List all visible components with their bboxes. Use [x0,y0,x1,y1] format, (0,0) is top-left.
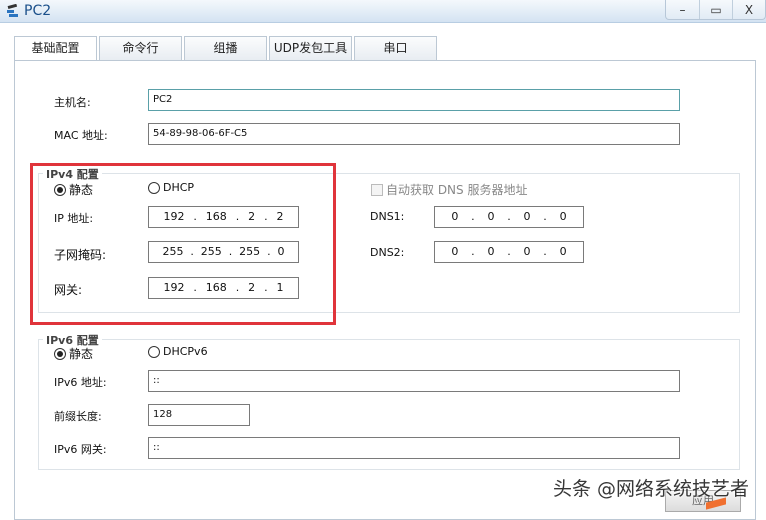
radio-selected-icon [54,347,66,360]
tab-command-line[interactable]: 命令行 [99,36,182,60]
octet: 0 [487,245,495,258]
octet: 0 [559,210,567,223]
dns2-input[interactable]: 0.0.0.0 [434,241,584,263]
highlight-box [30,163,336,325]
octet: 0 [487,210,495,223]
octet: 0 [523,245,531,258]
octet: 0 [451,210,459,223]
ipv6-gateway-input[interactable]: :: [148,437,680,459]
tab-basic-config[interactable]: 基础配置 [14,36,97,61]
radio-unselected-icon [148,345,160,358]
ipv6-address-label: IPv6 地址: [54,376,107,389]
mac-label: MAC 地址: [54,129,108,142]
hostname-label: 主机名: [54,96,91,109]
tab-serial[interactable]: 串口 [354,36,437,60]
window-controls: – ▭ X [665,0,766,20]
ipv6-address-input[interactable]: :: [148,370,680,392]
ipv6-static-label: 静态 [69,347,94,361]
window-title: PC2 [24,3,52,19]
tab-bar: 基础配置 命令行 组播 UDP发包工具 串口 [14,36,439,61]
octet: 0 [523,210,531,223]
dns2-label: DNS2: [370,246,405,259]
auto-dns-label: 自动获取 DNS 服务器地址 [386,183,528,197]
ipv6-dhcp-radio[interactable]: DHCPv6 [148,345,208,358]
hostname-input[interactable]: PC2 [148,89,680,111]
dns1-input[interactable]: 0.0.0.0 [434,206,584,228]
watermark: 头条 @网络系统技艺者 [553,478,750,500]
octet: 0 [451,245,459,258]
ipv6-gateway-label: IPv6 网关: [54,443,107,456]
prefix-length-input[interactable]: 128 [148,404,250,426]
close-button[interactable]: X [732,0,765,19]
pc-app-icon [7,4,18,17]
minimize-button[interactable]: – [666,0,699,19]
checkbox-icon [371,183,383,196]
maximize-button[interactable]: ▭ [699,0,732,19]
title-bar: PC2 – ▭ X [0,0,766,23]
mac-input[interactable]: 54-89-98-06-6F-C5 [148,123,680,145]
ipv6-static-radio[interactable]: 静态 [54,345,93,362]
auto-dns-checkbox[interactable]: 自动获取 DNS 服务器地址 [371,181,527,198]
octet: 0 [559,245,567,258]
tab-udp-tool[interactable]: UDP发包工具 [269,36,352,60]
prefix-length-label: 前缀长度: [54,410,102,423]
dns1-label: DNS1: [370,210,405,223]
ipv6-dhcp-label: DHCPv6 [163,345,208,358]
tab-multicast[interactable]: 组播 [184,36,267,60]
